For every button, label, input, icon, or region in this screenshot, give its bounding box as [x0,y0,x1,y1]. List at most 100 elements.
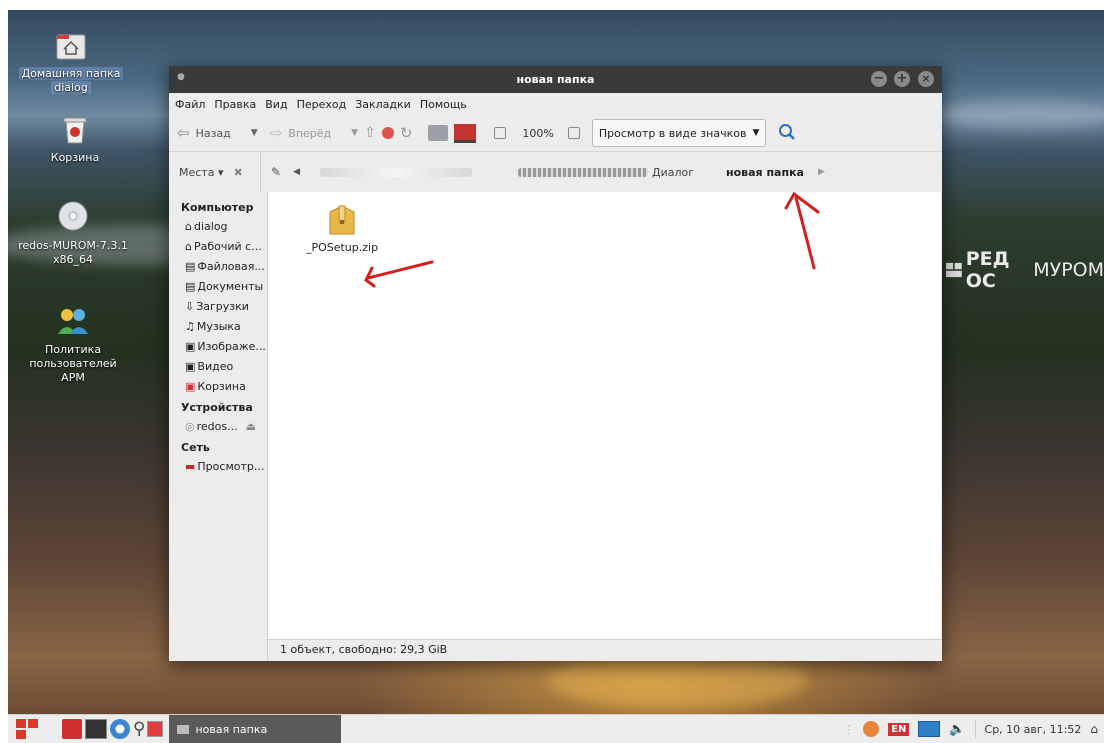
user-icon[interactable]: ⌂ [1090,722,1098,736]
browser-icon [110,719,130,739]
menu-file[interactable]: Файл [175,98,205,111]
reload-icon[interactable]: ↻ [400,124,413,142]
sidebar-item-label: Загрузки [196,300,249,313]
sidebar-item-downloads[interactable]: ⇩ Загрузки [169,297,267,317]
taskbar: ⚲ новая папка ⋮ EN 🔈 Ср, 10 авг, 11:52 ⌂ [8,714,1104,743]
desktop-icon-home[interactable]: Домашняя папка dialog [16,32,126,95]
up-arrow-icon[interactable]: ⇧ [364,125,376,141]
file-item[interactable]: _POSetup.zip [302,202,382,254]
back-arrow-icon[interactable]: ⇦ [177,124,190,142]
breadcrumb-scroll-left-icon[interactable]: ◀ [293,167,300,177]
view-mode-select[interactable]: Просмотр в виде значков ▼ [591,119,767,147]
keyboard-layout-indicator[interactable]: EN [888,722,910,736]
launcher-show-desktop[interactable] [147,717,164,741]
edit-location-icon[interactable]: ✎ [271,165,281,179]
launcher-terminal[interactable] [85,717,107,741]
content-area: Компьютер ⌂ dialog ⌂ Рабочий с... ▤ Файлова… [169,192,942,661]
sidebar-item-network[interactable]: ▬ Просмотр... [169,457,267,477]
taskbar-task-label: новая папка [195,722,268,736]
sidebar-item-pictures[interactable]: ▣ Изображе... [169,337,267,357]
search-icon[interactable] [778,123,796,144]
home-folder-icon [16,32,126,64]
launcher-files[interactable] [62,717,82,741]
forward-arrow-icon[interactable]: ⇨ [270,124,283,142]
desktop-icon-home-label: Домашняя папка [18,67,124,80]
network-icon: ▬ [185,460,196,473]
forward-history-dropdown-icon[interactable]: ▼ [351,128,358,138]
file-manager-window: ● новая папка − + × Файл Правка Вид Пере… [169,66,942,661]
breadcrumb-scroll-right-icon[interactable]: ▶ [818,167,825,177]
volume-icon[interactable]: 🔈 [949,722,965,737]
sidebar-item-label: Просмотр... [197,460,265,473]
places-toggle[interactable]: Места ▾ ✖ [169,152,261,192]
window-titlebar[interactable]: ● новая папка − + × [169,66,942,93]
network-status-icon[interactable] [918,721,941,737]
menu-go[interactable]: Переход [297,98,347,111]
launcher-browser[interactable] [110,717,130,741]
launcher-search[interactable]: ⚲ [133,717,145,741]
zoom-out-icon[interactable] [494,127,507,139]
minimize-button[interactable]: − [871,71,887,87]
sidebar-item-label: Изображе... [197,340,266,353]
location-bar: Места ▾ ✖ ✎ ◀ Диалог новая папка ▶ [169,152,942,193]
disc-icon: ◎ [185,420,195,433]
status-bar: 1 объект, свободно: 29,3 GiB [268,639,942,661]
sidebar-item-home[interactable]: ⌂ dialog [169,217,267,237]
menu-bar: Файл Правка Вид Переход Закладки Помощь [169,93,942,115]
breadcrumb-redacted-segment-2[interactable] [517,167,648,177]
desktop-icon-user-policy-label: Политика [44,343,102,356]
filesystem-icon: ▤ [185,260,196,273]
file-name: _POSetup.zip [305,241,379,254]
clock[interactable]: Ср, 10 авг, 11:52 [985,723,1082,736]
desktop-icon-disc[interactable]: redos-MUROM-7.3.1 x86_64 [18,200,128,267]
sidebar-item-desktop[interactable]: ⌂ Рабочий с... [169,237,267,257]
computer-icon[interactable] [454,123,477,143]
desktop-icon-user-policy[interactable]: Политика пользователей АРМ [18,306,128,385]
breadcrumb-redacted-segment[interactable] [319,167,472,177]
sidebar-item-filesystem[interactable]: ▤ Файловая... [169,257,267,277]
back-button[interactable]: Назад [196,127,231,140]
sidebar-item-label: Корзина [197,380,246,393]
sidebar-item-label: Документы [197,280,264,293]
menu-bookmarks[interactable]: Закладки [355,98,411,111]
sidebar-item-video[interactable]: ▣ Видео [169,357,267,377]
chevron-down-icon: ▼ [752,128,760,138]
start-logo-icon [16,719,38,739]
pictures-icon: ▣ [185,340,196,353]
close-sidebar-icon[interactable]: ✖ [234,166,243,179]
taskbar-task-file-manager[interactable]: новая папка [169,715,342,743]
trash-icon: ▣ [185,380,196,393]
sidebar-item-disc[interactable]: ◎ redos... ⏏ [169,417,267,437]
sidebar-item-label: Музыка [196,320,241,333]
wallpaper-river [938,100,1104,130]
view-mode-label: Просмотр в виде значков [598,126,747,140]
tray-separator: ⋮ [843,722,855,736]
disc-icon [18,200,128,236]
documents-icon: ▤ [185,280,196,293]
brand-text-murom: МУРОМ [1033,259,1104,281]
update-notifier-icon[interactable] [863,721,880,737]
breadcrumb-dialog[interactable]: Диалог [652,166,694,179]
stop-icon[interactable] [381,127,394,139]
forward-button[interactable]: Вперёд [288,127,331,140]
close-button[interactable]: × [918,71,934,87]
sidebar-item-documents[interactable]: ▤ Документы [169,277,267,297]
file-view[interactable]: _POSetup.zip [268,192,941,640]
maximize-button[interactable]: + [894,71,910,87]
sidebar-item-label: Видео [197,360,234,373]
start-menu-button[interactable] [16,717,38,741]
sidebar-item-music[interactable]: ♫ Музыка [169,317,267,337]
breadcrumb-current-folder[interactable]: новая папка [726,166,804,179]
sidebar-item-trash[interactable]: ▣ Корзина [169,377,267,397]
home-icon[interactable] [428,125,449,141]
menu-help[interactable]: Помощь [420,98,467,111]
menu-edit[interactable]: Правка [214,98,256,111]
eject-icon[interactable]: ⏏ [246,420,256,433]
menu-view[interactable]: Вид [265,98,287,111]
zoom-level: 100% [522,126,554,140]
desktop-icon-trash[interactable]: Корзина [20,114,130,165]
zoom-in-icon[interactable] [567,127,580,139]
trash-icon [20,114,130,148]
search-icon: ⚲ [133,719,146,739]
back-history-dropdown-icon[interactable]: ▼ [251,128,258,138]
